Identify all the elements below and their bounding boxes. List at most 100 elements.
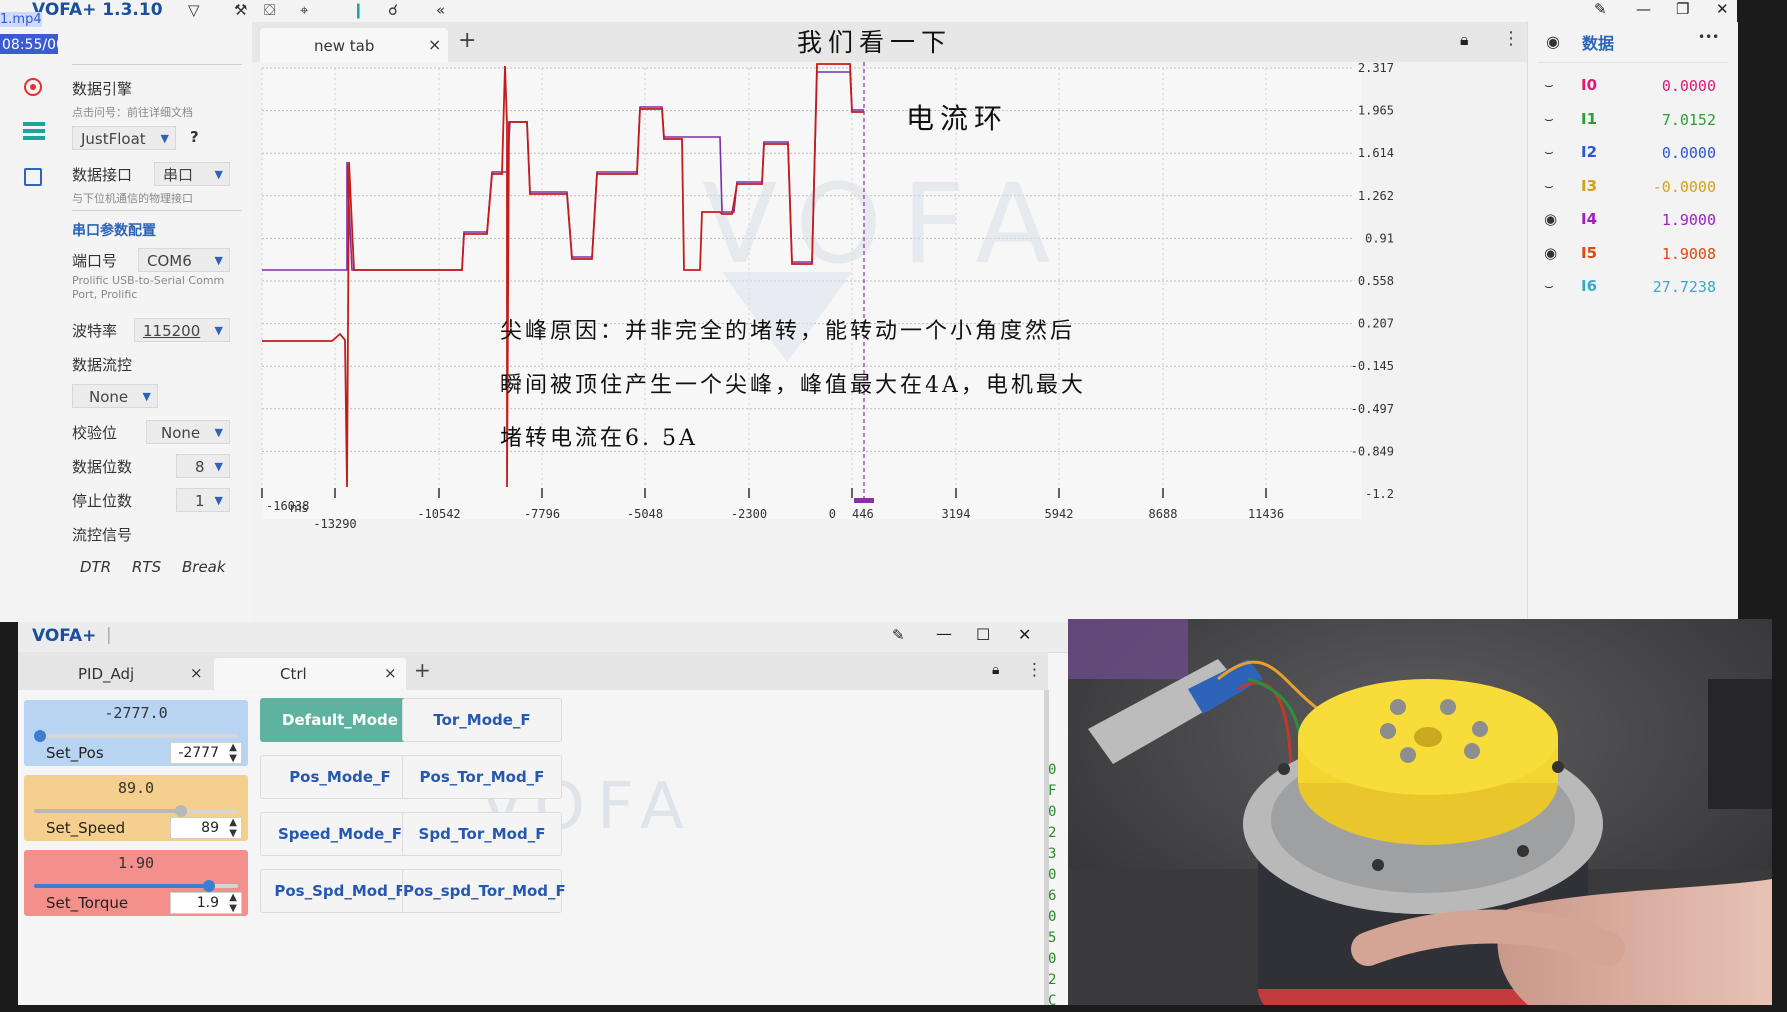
annotation-line-3: 堵转电流在6. 5A [500, 426, 698, 451]
visibility-icon[interactable]: ◉ [1544, 210, 1557, 228]
mode-button-grid: Default_Mode Tor_Mode_F Pos_Mode_F Pos_Tor_… [260, 698, 600, 918]
list-icon[interactable] [23, 122, 45, 142]
mode-button[interactable]: Default_Mode [260, 698, 420, 742]
slider-track[interactable] [34, 730, 238, 742]
databits-select[interactable]: 8 ▼ [176, 454, 230, 478]
cursor-handle[interactable] [854, 498, 874, 503]
close-icon[interactable]: ✕ [1716, 0, 1729, 18]
wrench-icon[interactable]: ⚒ [234, 1, 247, 19]
break-toggle[interactable]: Break [182, 558, 226, 576]
maximize-icon[interactable]: ☐ [976, 625, 990, 644]
waveform-plot[interactable]: 2.317 1.965 1.614 1.262 0.91 0.558 0.207 -0.145… [252, 62, 1527, 622]
slider-thumb[interactable] [174, 805, 187, 817]
side-digit: 2 [1048, 972, 1057, 988]
channel-name: I4 [1581, 210, 1598, 228]
config-panel: 数据引擎 点击问号：前往详细文档 JustFloat ▼ ? 数据接口 串口 ▼ 与… [58, 22, 252, 622]
stopbits-select-value: 1 [195, 492, 205, 510]
port-desc-1: Prolific USB-to-Serial Comm [72, 274, 225, 287]
mode-button[interactable]: Tor_Mode_F [402, 698, 562, 742]
signal-label: 流控信号 [72, 526, 133, 544]
collapse-icon[interactable]: « [436, 1, 445, 19]
visibility-icon[interactable]: ⌣ [1544, 143, 1554, 161]
slider-thumb[interactable] [34, 730, 47, 742]
mode-button[interactable]: Pos_Tor_Mod_F [402, 755, 562, 799]
chevron-down-icon: ▼ [214, 460, 223, 473]
y-tick-label: -0.849 [1351, 444, 1394, 458]
slider-spinbox[interactable]: 89 ▲ ▼ [170, 817, 242, 839]
tab-close-icon[interactable]: × [384, 664, 397, 682]
mode-button[interactable]: Speed_Mode_F [260, 812, 420, 856]
add-tab-button[interactable]: + [414, 658, 431, 682]
dtr-toggle[interactable]: DTR [80, 558, 111, 576]
mode-button[interactable]: Pos_Mode_F [260, 755, 420, 799]
channel-value: 7.0152 [1661, 110, 1716, 129]
rts-toggle[interactable]: RTS [132, 558, 161, 576]
channel-row[interactable]: ◉ I5 1.9008 [1528, 240, 1738, 270]
channel-row[interactable]: ⌣ I6 27.7238 [1528, 273, 1738, 303]
slider-fill [34, 809, 181, 813]
title-separator: | [106, 625, 112, 645]
add-tab-button[interactable]: + [458, 28, 476, 53]
motor-photo [1068, 619, 1772, 1005]
channel-row[interactable]: ⌣ I0 0.0000 [1528, 72, 1738, 102]
channel-row[interactable]: ⌣ I2 0.0000 [1528, 139, 1738, 169]
engine-select[interactable]: JustFloat ▼ [72, 126, 176, 150]
more-vertical-icon[interactable]: ⋮ [1026, 660, 1043, 680]
capture-icon[interactable]: ⌖ [300, 1, 308, 19]
slider-track[interactable] [34, 805, 238, 817]
eye-icon[interactable]: ◉ [1546, 32, 1560, 51]
filter-icon[interactable]: ▽ [188, 1, 200, 19]
lock-icon[interactable]: 🔒︎ [992, 662, 999, 678]
help-button[interactable]: ? [190, 128, 199, 146]
restore-icon[interactable]: ❐ [1676, 0, 1689, 18]
more-icon[interactable]: ••• [1698, 30, 1719, 44]
tab-pid-adj[interactable]: PID_Adj × [18, 658, 210, 690]
slider-track[interactable] [34, 880, 238, 892]
channel-name: I2 [1581, 143, 1598, 161]
visibility-icon[interactable]: ⌣ [1544, 177, 1554, 195]
slider-thumb[interactable] [203, 880, 216, 892]
interface-hint: 与下位机通信的物理接口 [72, 192, 193, 205]
visibility-icon[interactable]: ⌣ [1544, 277, 1554, 295]
mode-button[interactable]: Pos_spd_Tor_Mod_F [402, 869, 566, 913]
spin-arrows-icon[interactable]: ▲ ▼ [229, 817, 237, 839]
stopbits-select[interactable]: 1 ▼ [176, 488, 230, 512]
control-window-titlebar: VOFA+ | ✎ — ☐ ✕ [18, 622, 1068, 653]
minimize-icon[interactable]: — [1636, 0, 1651, 18]
side-digit: F [1048, 783, 1057, 799]
flow-select[interactable]: None ▼ [72, 384, 158, 408]
fingerprint-icon[interactable]: ☌ [388, 1, 398, 19]
baud-select[interactable]: 115200 ▼ [134, 318, 230, 342]
port-select[interactable]: COM6 ▼ [138, 248, 230, 272]
visibility-icon[interactable]: ⌣ [1544, 76, 1554, 94]
close-icon[interactable]: ✕ [1018, 625, 1031, 644]
slider-spinbox[interactable]: -2777 ▲ ▼ [170, 742, 242, 764]
package-icon[interactable]: ⛋ [264, 1, 275, 19]
mode-button[interactable]: Spd_Tor_Mod_F [402, 812, 562, 856]
visibility-icon[interactable]: ◉ [1544, 244, 1557, 262]
pin-icon[interactable]: ✎ [892, 626, 905, 644]
spin-arrows-icon[interactable]: ▲ ▼ [229, 892, 237, 914]
tab-ctrl[interactable]: Ctrl × [214, 658, 406, 690]
parity-select[interactable]: None ▼ [146, 420, 230, 444]
tab-close-icon[interactable]: × [428, 35, 441, 54]
slider-spinbox[interactable]: 1.9 ▲ ▼ [170, 892, 242, 914]
minimize-icon[interactable]: — [936, 624, 952, 643]
y-tick-label: 0.558 [1358, 274, 1394, 288]
channel-icon[interactable]: ❙ [352, 1, 365, 19]
record-icon[interactable] [24, 78, 42, 96]
interface-select[interactable]: 串口 ▼ [154, 162, 230, 186]
pin-icon[interactable]: ✎ [1594, 0, 1607, 18]
windows-icon[interactable] [24, 168, 42, 186]
mode-button[interactable]: Pos_Spd_Mod_F [260, 869, 420, 913]
tab-close-icon[interactable]: × [190, 664, 203, 682]
channel-row[interactable]: ⌣ I1 7.0152 [1528, 106, 1738, 136]
lock-icon[interactable]: 🔒︎ [1460, 30, 1469, 50]
channel-row[interactable]: ◉ I4 1.9000 [1528, 206, 1738, 236]
tab-new-tab[interactable]: new tab × [260, 28, 448, 62]
visibility-icon[interactable]: ⌣ [1544, 110, 1554, 128]
more-vertical-icon[interactable]: ⋮ [1502, 28, 1520, 49]
divider [72, 64, 242, 65]
channel-row[interactable]: ⌣ I3 -0.0000 [1528, 173, 1738, 203]
spin-arrows-icon[interactable]: ▲ ▼ [229, 742, 237, 764]
